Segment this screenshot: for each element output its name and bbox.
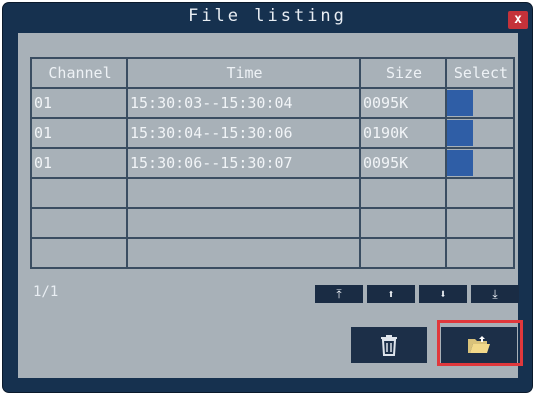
page-up-button[interactable]: ⬆ (367, 285, 415, 303)
cell-size: 0095K (359, 87, 447, 119)
cell-time: 15:30:06--15:30:07 (126, 147, 361, 179)
trash-icon (381, 335, 397, 356)
file-table: Channel Time Size Select 01 15:30:03--15… (30, 57, 515, 269)
cell-select[interactable] (445, 117, 515, 149)
highlight-box (437, 320, 523, 366)
cell-channel: 01 (30, 147, 128, 179)
select-checkbox[interactable] (448, 120, 473, 146)
table-header-row: Channel Time Size Select (30, 57, 515, 89)
cell-size: 0190K (359, 117, 447, 149)
table-row[interactable]: 01 15:30:03--15:30:04 0095K (30, 87, 515, 119)
page-down-button[interactable]: ⬇ (419, 285, 467, 303)
header-channel: Channel (30, 57, 128, 89)
window-title: File listing (188, 6, 347, 26)
header-select: Select (445, 57, 515, 89)
page-indicator: 1/1 (33, 284, 59, 300)
last-page-button[interactable]: ⤓ (471, 285, 519, 303)
cell-time (126, 237, 361, 269)
cell-size (359, 207, 447, 239)
cell-time: 15:30:03--15:30:04 (126, 87, 361, 119)
arrow-up-icon: ⬆ (387, 287, 395, 301)
select-checkbox[interactable] (448, 90, 473, 116)
cell-time (126, 177, 361, 209)
cell-select[interactable] (445, 87, 515, 119)
cell-channel: 01 (30, 117, 128, 149)
title-bar: File listing x (3, 3, 532, 33)
cell-select[interactable] (445, 147, 515, 179)
close-button[interactable]: x (508, 11, 528, 29)
arrow-down-icon: ⬇ (439, 287, 447, 301)
table-row-empty (30, 237, 515, 269)
table-row-empty (30, 207, 515, 239)
cell-size: 0095K (359, 147, 447, 179)
cell-select (445, 177, 515, 209)
delete-button[interactable] (351, 327, 427, 363)
file-list-panel: Channel Time Size Select 01 15:30:03--15… (18, 33, 523, 378)
header-time: Time (126, 57, 361, 89)
cell-channel (30, 237, 128, 269)
cell-time (126, 207, 361, 239)
first-page-button[interactable]: ⤒ (315, 285, 363, 303)
table-row[interactable]: 01 15:30:04--15:30:06 0190K (30, 117, 515, 149)
last-page-icon: ⤓ (492, 287, 498, 301)
table-row-empty (30, 177, 515, 209)
cell-select (445, 237, 515, 269)
cell-size (359, 237, 447, 269)
cell-select (445, 207, 515, 239)
cell-channel: 01 (30, 87, 128, 119)
table-row[interactable]: 01 15:30:06--15:30:07 0095K (30, 147, 515, 179)
cell-channel (30, 207, 128, 239)
cell-size (359, 177, 447, 209)
file-listing-window: File listing x Channel Time Size Select … (3, 3, 532, 392)
cell-time: 15:30:04--15:30:06 (126, 117, 361, 149)
select-checkbox[interactable] (448, 150, 473, 176)
header-size: Size (359, 57, 447, 89)
first-page-icon: ⤒ (336, 287, 342, 301)
cell-channel (30, 177, 128, 209)
